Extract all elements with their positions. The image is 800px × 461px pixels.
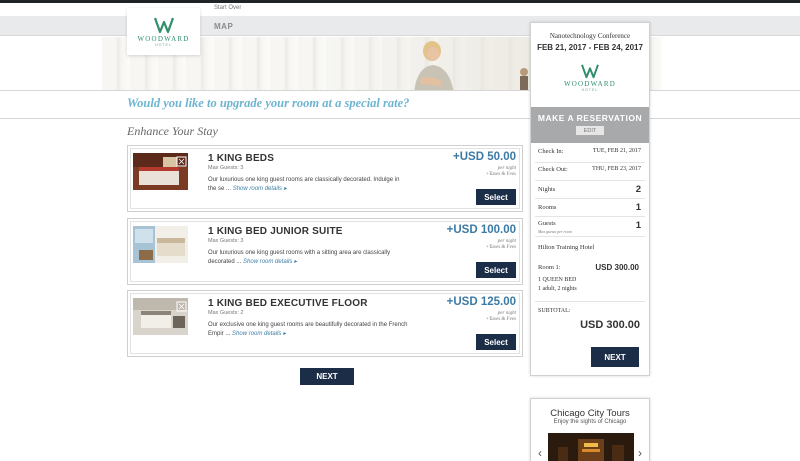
subtotal-label: SUBTOTAL: (538, 308, 571, 314)
city-tours-ad[interactable]: Chicago City Tours Enjoy the sights of C… (530, 398, 650, 461)
nav-map-link[interactable]: MAP (214, 22, 233, 31)
make-reservation-header: MAKE A RESERVATION EDIT (531, 107, 649, 143)
room-card: 1 KING BED EXECUTIVE FLOOR Max Guests: 2… (127, 290, 523, 357)
edit-button[interactable]: EDIT (576, 126, 604, 135)
room1-detail: 1 adult, 2 nights (538, 286, 577, 292)
ad-subtitle: Enjoy the sights of Chicago (553, 419, 627, 425)
logo-sub: HOTEL (155, 43, 172, 47)
rooms-value: 1 (635, 202, 641, 213)
hotel-logo[interactable]: WOODWARD HOTEL (127, 8, 200, 55)
check-in-row: Check In: TUE, FEB 21, 2017 (535, 145, 645, 163)
hotel-logo-small: WOODWARD HOTEL (531, 63, 649, 92)
price-note: per night +Taxes & Fees (485, 311, 516, 322)
select-room-button[interactable]: Select (476, 334, 516, 350)
check-out-row: Check Out: THU, FEB 23, 2017 (535, 163, 645, 181)
start-over-link[interactable]: Start Over (214, 5, 241, 11)
check-out-value: THU, FEB 23, 2017 (592, 166, 641, 172)
subtotal-value: USD 300.00 (580, 319, 640, 331)
guests-row: Guests Max guests per room 1 (535, 217, 645, 237)
ad-image (548, 433, 634, 461)
woodward-w-icon (581, 64, 599, 79)
room-card: 1 KING BED JUNIOR SUITE Max Guests: 3 Ou… (127, 218, 523, 285)
room-max-guests: Max Guests: 3 (208, 238, 244, 244)
select-room-button[interactable]: Select (476, 262, 516, 278)
upgrade-prompt: Would you like to upgrade your room at a… (127, 96, 410, 110)
room-name: 1 KING BEDS (208, 153, 275, 164)
room1-label: Room 1: (538, 264, 561, 271)
room-description: Our luxurious one king guest rooms are c… (208, 177, 400, 192)
hero-woman-image (414, 41, 454, 90)
reservation-next-button[interactable]: NEXT (591, 347, 639, 367)
show-room-details-link[interactable]: Show room details ▸ (232, 331, 286, 337)
room-photo[interactable] (133, 226, 188, 263)
logo-name: WOODWARD (137, 35, 190, 43)
room-price: +USD 50.00 (453, 151, 516, 163)
price-note: per night +Taxes & Fees (485, 239, 516, 250)
nights-value: 2 (635, 184, 641, 195)
chevron-left-icon[interactable]: ‹ (538, 446, 542, 460)
room-max-guests: Max Guests: 3 (208, 165, 244, 171)
room-name: 1 KING BED JUNIOR SUITE (208, 226, 343, 237)
select-room-button[interactable]: Select (476, 189, 516, 205)
next-button[interactable]: NEXT (300, 368, 354, 385)
conference-dates: FEB 21, 2017 - FEB 24, 2017 (537, 43, 643, 52)
room-card: 1 KING BEDS Max Guests: 3 Our luxurious … (127, 145, 523, 212)
room-description: Our exclusive one king guest rooms are b… (208, 322, 408, 337)
woodward-w-icon (153, 17, 174, 34)
reservation-panel: Nanotechnology Conference FEB 21, 2017 -… (530, 22, 650, 376)
rooms-row: Rooms 1 (535, 199, 645, 217)
hotel-name: Hilton Training Hotel (538, 244, 595, 251)
make-reservation-title: MAKE A RESERVATION (537, 113, 643, 123)
chevron-right-icon[interactable]: › (638, 446, 642, 460)
room-price: +USD 100.00 (446, 224, 516, 236)
top-bar (0, 0, 800, 3)
show-room-details-link[interactable]: Show room details ▸ (233, 186, 287, 192)
room-photo[interactable] (133, 153, 188, 190)
room1-price: USD 300.00 (595, 263, 639, 272)
enhance-title: Enhance Your Stay (127, 124, 218, 138)
show-room-details-link[interactable]: Show room details ▸ (243, 259, 297, 265)
room-description: Our luxurious one king guest rooms with … (208, 250, 391, 265)
ad-title: Chicago City Tours (550, 408, 630, 419)
price-note: per night +Taxes & Fees (485, 166, 516, 177)
conference-name: Nanotechnology Conference (549, 32, 631, 40)
room1-type: 1 QUEEN BED (538, 277, 577, 283)
guests-value: 1 (635, 220, 641, 231)
room-photo[interactable] (133, 298, 188, 335)
nav-bar (0, 16, 800, 36)
room-max-guests: Max Guests: 2 (208, 310, 244, 316)
room-price: +USD 125.00 (446, 296, 516, 308)
room-name: 1 KING BED EXECUTIVE FLOOR (208, 298, 368, 309)
nights-row: Nights 2 (535, 181, 645, 199)
check-in-value: TUE, FEB 21, 2017 (592, 148, 641, 154)
